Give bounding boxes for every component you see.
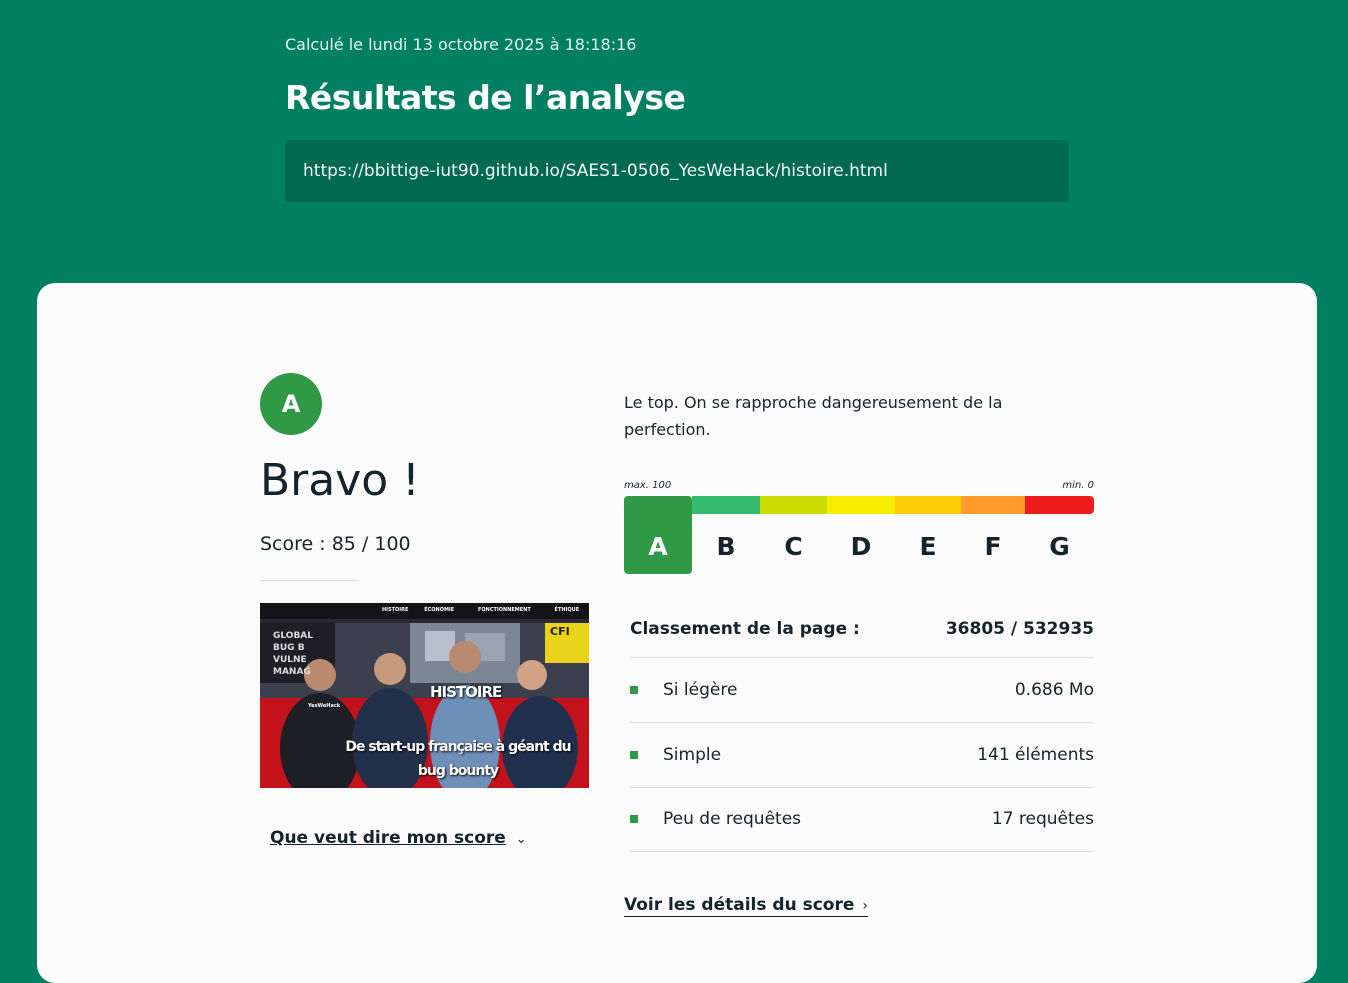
thumbnail-nav-item: FONCTIONNEMENT — [477, 607, 531, 613]
grade-segment-e — [895, 496, 961, 514]
banner-line: GLOBAL — [273, 631, 314, 641]
metric-label: Peu de requêtes — [663, 809, 802, 829]
grade-badge: A — [260, 373, 322, 435]
thumbnail-nav-item: HISTOIRE — [382, 607, 409, 613]
grade-letter-b: B — [716, 532, 736, 561]
thumbnail-nav: HISTOIRE ÉCONOMIE FONCTIONNEMENT ÉTHIQUE — [382, 607, 579, 613]
score-details-link[interactable]: Voir les détails du score › — [624, 895, 869, 917]
thumbnail-nav-item: ÉCONOMIE — [424, 607, 455, 613]
page-screenshot-thumbnail: HISTOIRE ÉCONOMIE FONCTIONNEMENT ÉTHIQUE… — [260, 603, 589, 788]
metric-label: Si légère — [663, 680, 738, 700]
analyzed-url: https://bbittige-iut90.github.io/SAES1-0… — [285, 140, 1069, 202]
thumbnail-brand: YesWeHack — [308, 703, 341, 709]
grade-description: Le top. On se rapproche dangereusement d… — [624, 393, 1003, 439]
green-bullet-icon — [630, 751, 638, 759]
metric-row-requests: Peu de requêtes 17 requêtes — [630, 787, 1094, 852]
ranking-label: Classement de la page : — [630, 619, 860, 639]
metric-row-complexity: Simple 141 éléments — [630, 723, 1094, 788]
score-details-label: Voir les détails du score — [624, 895, 855, 915]
grade-letter-e: E — [919, 532, 937, 561]
grade-segment-g — [1025, 496, 1094, 514]
metric-row-weight: Si légère 0.686 Mo — [630, 658, 1094, 723]
green-bullet-icon — [630, 686, 638, 694]
banner-line: VULNE — [273, 655, 307, 665]
chevron-right-icon: › — [862, 898, 869, 914]
grade-scale: A B C D E F G — [624, 496, 1094, 574]
thumbnail-caption: De start-up française à géant du bug bou… — [345, 739, 571, 779]
grade-letter-d: D — [850, 532, 872, 561]
chevron-down-icon: ⌄ — [515, 832, 527, 847]
thumbnail-side-text: CFI — [550, 625, 570, 638]
grade-letter-f: F — [984, 532, 1002, 561]
grade-letter-g: G — [1049, 532, 1070, 561]
thumbnail-section-title: HISTOIRE — [430, 683, 502, 701]
metric-value: 0.686 Mo — [1014, 680, 1094, 700]
grade-segment-c — [760, 496, 827, 514]
grade-letter-a: A — [648, 532, 668, 561]
grade-segment-d — [827, 496, 895, 514]
divider — [260, 580, 359, 581]
banner-line: MANAG — [273, 667, 311, 677]
page-ranking: Classement de la page : 36805 / 532935 — [630, 603, 1094, 658]
grade-segment-b — [692, 496, 760, 514]
metric-value: 17 requêtes — [991, 809, 1094, 829]
metric-label: Simple — [663, 745, 722, 765]
banner-line: BUG B — [273, 643, 305, 653]
score-meaning-toggle[interactable]: Que veut dire mon score ⌄ — [270, 828, 527, 848]
result-headline: Bravo ! — [260, 455, 420, 506]
ranking-value: 36805 / 532935 — [945, 619, 1094, 639]
grade-letter-c: C — [784, 532, 803, 561]
grade-segment-f — [961, 496, 1025, 514]
score-text: Score : 85 / 100 — [260, 533, 411, 555]
results-card: A Bravo ! Score : 85 / 100 HISTOIRE ÉCON… — [37, 283, 1317, 983]
score-meaning-label: Que veut dire mon score — [270, 828, 506, 848]
page-title: Résultats de l’analyse — [285, 78, 686, 117]
scale-max-label: max. 100 — [624, 480, 672, 491]
metric-value: 141 éléments — [977, 745, 1094, 765]
green-bullet-icon — [630, 815, 638, 823]
calculation-date: Calculé le lundi 13 octobre 2025 à 18:18… — [285, 35, 637, 54]
active-grade-marker: A — [624, 496, 692, 574]
thumbnail-banner-text: GLOBAL BUG B VULNE MANAG — [273, 630, 313, 678]
thumbnail-nav-item: ÉTHIQUE — [554, 607, 580, 613]
scale-min-label: min. 0 — [1062, 480, 1094, 491]
